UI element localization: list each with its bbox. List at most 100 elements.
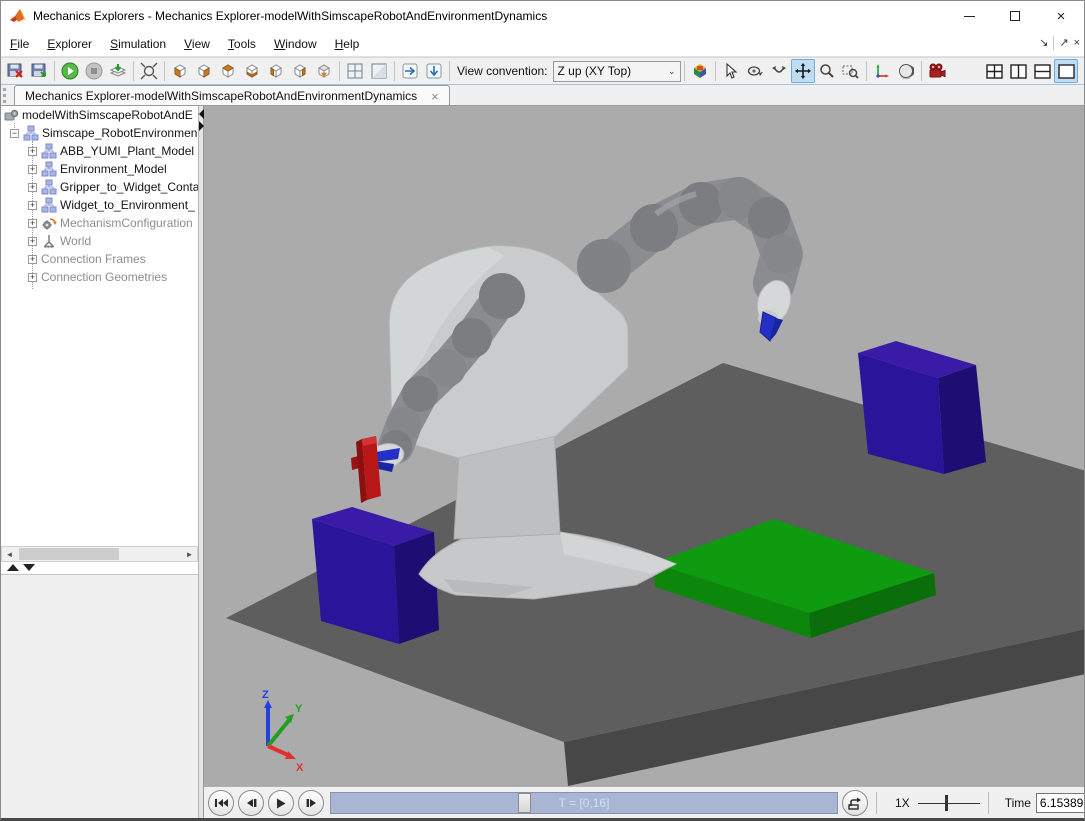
expand-expander[interactable]: + — [28, 273, 37, 282]
panel-close-icon[interactable]: × — [1074, 38, 1080, 49]
subsystem-icon — [41, 143, 57, 159]
expand-expander[interactable]: + — [28, 219, 37, 228]
time-slider[interactable]: T = [0,16] — [330, 792, 838, 814]
view-front-button[interactable] — [168, 59, 192, 83]
view-bottom-button[interactable] — [240, 59, 264, 83]
view-convention-select[interactable]: Z up (XY Top) ⌄ — [553, 61, 681, 82]
one-pane-icon — [371, 63, 387, 79]
tree-item-environment-model[interactable]: + Environment_Model — [1, 160, 198, 178]
tree-item-mechanism-configuration[interactable]: + MechanismConfiguration — [1, 214, 198, 232]
splitter-collapse-up-icon[interactable] — [7, 564, 19, 571]
view-left-button[interactable] — [264, 59, 288, 83]
stop-button[interactable] — [82, 59, 106, 83]
expand-expander[interactable]: + — [28, 165, 37, 174]
tab-mechanics-explorer[interactable]: Mechanics Explorer-modelWithSimscapeRobo… — [14, 85, 450, 106]
tree-item-simscape-robotenvironment[interactable]: − Simscape_RobotEnvironmen — [1, 124, 198, 142]
scene-canvas[interactable]: Z Y X — [204, 106, 1085, 786]
menu-help[interactable]: Help — [326, 33, 369, 55]
expand-expander[interactable]: + — [28, 255, 37, 264]
speed-slider[interactable] — [918, 794, 980, 812]
video-camera-icon — [928, 63, 946, 79]
menu-tools[interactable]: Tools — [219, 33, 265, 55]
save-as-explorer-button[interactable] — [27, 59, 51, 83]
menu-view[interactable]: View — [175, 33, 219, 55]
tab-grip-handle[interactable] — [3, 88, 8, 103]
splitter-collapse-down-icon[interactable] — [23, 564, 35, 571]
tree-item-widget-to-environment[interactable]: + Widget_to_Environment_ — [1, 196, 198, 214]
title-bar[interactable]: Mechanics Explorers - Mechanics Explorer… — [1, 1, 1084, 31]
frame-display-button[interactable] — [870, 59, 894, 83]
tree-item-connection-geometries[interactable]: + Connection Geometries — [1, 268, 198, 286]
expand-expander[interactable]: + — [28, 237, 37, 246]
tree-item-root[interactable]: modelWithSimscapeRobotAndE — [1, 106, 198, 124]
view-top-button[interactable] — [216, 59, 240, 83]
zoom-to-fit-button[interactable] — [137, 59, 161, 83]
menu-explorer[interactable]: Explorer — [38, 33, 101, 55]
pan-button[interactable] — [791, 59, 815, 83]
menu-file[interactable]: File — [1, 33, 38, 55]
expand-expander[interactable]: + — [28, 201, 37, 210]
arrow-down-view-button[interactable] — [422, 59, 446, 83]
step-forward-icon — [306, 798, 317, 808]
play-animation-button[interactable] — [268, 790, 294, 816]
tree-item-abb-yumi-plant-model[interactable]: + ABB_YUMI_Plant_Model — [1, 142, 198, 160]
expand-expander[interactable]: + — [28, 147, 37, 156]
menu-window[interactable]: Window — [265, 33, 326, 55]
tree-horizontal-scrollbar[interactable]: ◄ ► — [1, 546, 198, 562]
tree-item-world[interactable]: + World — [1, 232, 198, 250]
time-slider-thumb[interactable] — [518, 793, 531, 813]
run-button[interactable] — [58, 59, 82, 83]
zoom-region-button[interactable] — [839, 59, 863, 83]
view-back-button[interactable] — [192, 59, 216, 83]
time-input[interactable]: 6.153891 — [1036, 793, 1085, 813]
tree-item-connection-frames[interactable]: + Connection Frames — [1, 250, 198, 268]
menu-simulation[interactable]: Simulation — [101, 33, 175, 55]
scroll-right-icon[interactable]: ► — [182, 547, 197, 561]
save-explorer-button[interactable] — [3, 59, 27, 83]
viewport-3d[interactable]: Z Y X — [204, 106, 1085, 786]
tab-close-icon[interactable]: × — [431, 90, 439, 103]
visual-settings-button[interactable] — [688, 59, 712, 83]
separator — [876, 792, 877, 814]
zoom-region-icon — [842, 63, 859, 79]
record-video-button[interactable] — [925, 59, 949, 83]
arrow-right-view-button[interactable] — [398, 59, 422, 83]
global-sphere-button[interactable] — [894, 59, 918, 83]
export-animation-button[interactable] — [106, 59, 130, 83]
layout-single-button[interactable] — [1054, 59, 1078, 83]
view-isometric-button[interactable] — [312, 59, 336, 83]
quad-view-button[interactable] — [343, 59, 367, 83]
step-forward-button[interactable] — [298, 790, 324, 816]
loop-playback-button[interactable] — [842, 790, 868, 816]
view-right-button[interactable] — [288, 59, 312, 83]
toolbar: View convention: Z up (XY Top) ⌄ — [1, 57, 1084, 85]
expand-expander[interactable]: + — [28, 183, 37, 192]
layout-vsplit-button[interactable] — [1006, 59, 1030, 83]
speed-slider-thumb[interactable] — [945, 795, 948, 811]
layout-hsplit-button[interactable] — [1030, 59, 1054, 83]
go-to-start-button[interactable] — [208, 790, 234, 816]
zoom-button[interactable] — [815, 59, 839, 83]
roll-button[interactable] — [767, 59, 791, 83]
undock-icon[interactable]: ↗ — [1059, 38, 1068, 49]
maximize-button[interactable] — [992, 1, 1038, 31]
tree-item-gripper-to-widget-contact[interactable]: + Gripper_to_Widget_Conta — [1, 178, 198, 196]
scroll-track[interactable] — [17, 547, 182, 561]
single-view-button[interactable] — [367, 59, 391, 83]
scroll-left-icon[interactable]: ◄ — [2, 547, 17, 561]
subsystem-icon — [41, 179, 57, 195]
dock-arrow-icon[interactable]: ↘ — [1039, 38, 1048, 49]
four-pane-icon — [347, 63, 363, 79]
minimize-button[interactable] — [946, 1, 992, 31]
scroll-thumb[interactable] — [19, 548, 119, 560]
time-field-label: Time — [1005, 796, 1031, 810]
close-button[interactable]: × — [1038, 1, 1084, 31]
speed-slider-track — [918, 803, 980, 804]
floppy-red-x-icon — [7, 63, 24, 79]
collapse-expander[interactable]: − — [10, 129, 19, 138]
orbit-button[interactable] — [743, 59, 767, 83]
layout-quad-button[interactable] — [982, 59, 1006, 83]
step-back-button[interactable] — [238, 790, 264, 816]
select-pointer-button[interactable] — [719, 59, 743, 83]
view-convention-value: Z up (XY Top) — [558, 64, 632, 78]
